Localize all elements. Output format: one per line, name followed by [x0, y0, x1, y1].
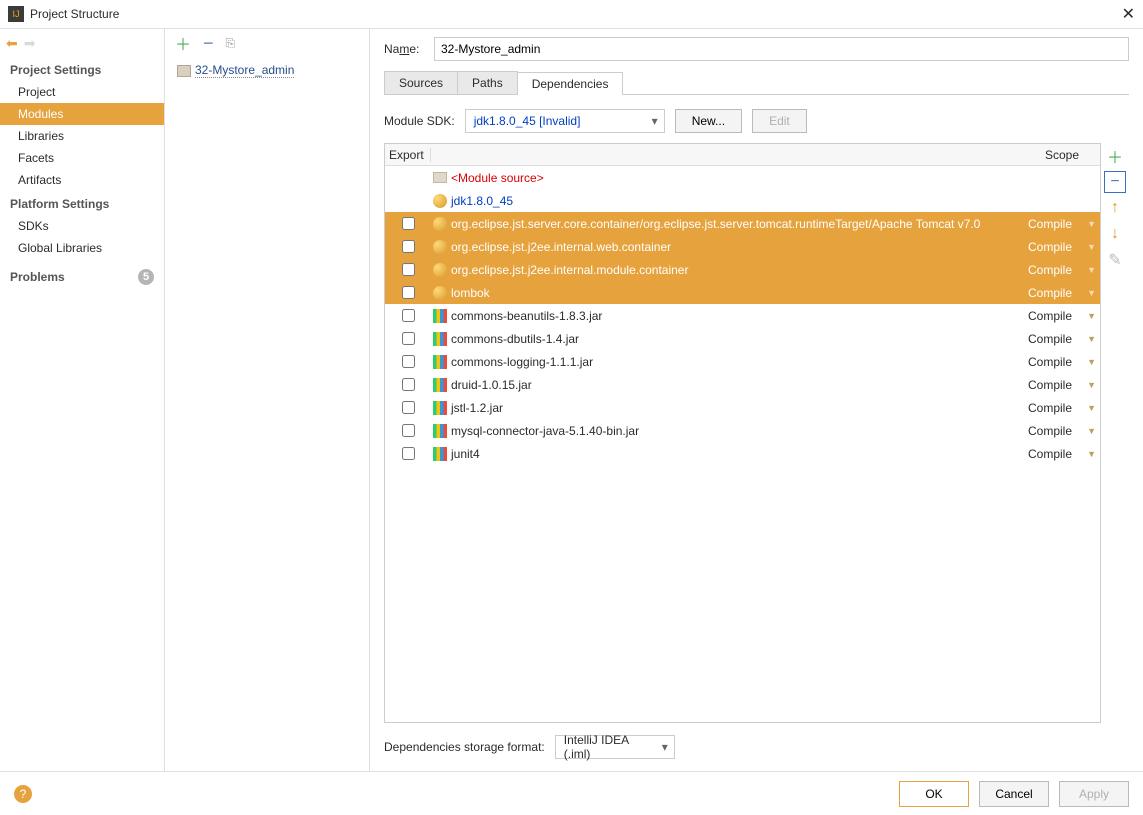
- dependency-row[interactable]: org.eclipse.jst.j2ee.internal.module.con…: [385, 258, 1100, 281]
- lib-icon: [433, 217, 447, 231]
- export-checkbox[interactable]: [402, 217, 415, 230]
- dependency-row[interactable]: lombokCompile▼: [385, 281, 1100, 304]
- dep-add-icon[interactable]: ＋: [1104, 145, 1126, 167]
- sidebar-item-artifacts[interactable]: Artifacts: [0, 169, 164, 191]
- scope-cell[interactable]: Compile▼: [1024, 378, 1100, 392]
- intellij-icon: IJ: [8, 6, 24, 22]
- export-checkbox[interactable]: [402, 424, 415, 437]
- dependency-row[interactable]: <Module source>: [385, 166, 1100, 189]
- dependency-row[interactable]: commons-logging-1.1.1.jarCompile▼: [385, 350, 1100, 373]
- dependency-row[interactable]: jdk1.8.0_45: [385, 189, 1100, 212]
- module-sdk-label: Module SDK:: [384, 114, 455, 128]
- dependency-row[interactable]: commons-dbutils-1.4.jarCompile▼: [385, 327, 1100, 350]
- name-label: Name:: [384, 42, 424, 56]
- scope-header: Scope: [1024, 148, 1100, 162]
- scope-cell[interactable]: Compile▼: [1024, 263, 1100, 277]
- jar-icon: [433, 378, 447, 392]
- titlebar: IJ Project Structure ✕: [0, 0, 1143, 28]
- forward-icon[interactable]: ➡: [24, 35, 36, 52]
- dep-move-up-icon[interactable]: ↑: [1104, 197, 1126, 219]
- export-checkbox[interactable]: [402, 240, 415, 253]
- help-icon[interactable]: ?: [14, 785, 32, 803]
- module-tree-item[interactable]: 32-Mystore_admin: [165, 61, 369, 80]
- dependency-row[interactable]: jstl-1.2.jarCompile▼: [385, 396, 1100, 419]
- lib-icon: [433, 240, 447, 254]
- ok-button[interactable]: OK: [899, 781, 969, 807]
- dep-remove-icon[interactable]: −: [1104, 171, 1126, 193]
- details-panel: Name: SourcesPathsDependencies Module SD…: [370, 29, 1143, 771]
- dependency-row[interactable]: druid-1.0.15.jarCompile▼: [385, 373, 1100, 396]
- export-checkbox[interactable]: [402, 355, 415, 368]
- export-checkbox[interactable]: [402, 263, 415, 276]
- dependencies-table: Export Scope <Module source>jdk1.8.0_45o…: [384, 143, 1101, 723]
- scope-cell[interactable]: Compile▼: [1024, 424, 1100, 438]
- back-icon[interactable]: ⬅: [6, 35, 18, 52]
- export-header: Export: [385, 148, 431, 162]
- sidebar: ⬅ ➡ Project Settings ProjectModulesLibra…: [0, 29, 165, 771]
- add-icon[interactable]: ＋: [175, 31, 191, 55]
- export-checkbox[interactable]: [402, 332, 415, 345]
- footer: ? OK Cancel Apply: [0, 771, 1143, 815]
- scope-cell[interactable]: Compile▼: [1024, 355, 1100, 369]
- dep-edit-icon[interactable]: ✎: [1104, 249, 1126, 271]
- module-folder-icon: [177, 65, 191, 77]
- scope-cell[interactable]: Compile▼: [1024, 401, 1100, 415]
- sidebar-problems[interactable]: Problems 5: [0, 259, 164, 295]
- sidebar-item-sdks[interactable]: SDKs: [0, 215, 164, 237]
- new-sdk-button[interactable]: New...: [675, 109, 742, 133]
- scope-cell[interactable]: Compile▼: [1024, 447, 1100, 461]
- storage-label: Dependencies storage format:: [384, 740, 545, 754]
- dependency-row[interactable]: org.eclipse.jst.server.core.container/or…: [385, 212, 1100, 235]
- scope-cell[interactable]: Compile▼: [1024, 286, 1100, 300]
- sidebar-item-libraries[interactable]: Libraries: [0, 125, 164, 147]
- export-checkbox[interactable]: [402, 309, 415, 322]
- project-settings-header: Project Settings: [0, 57, 164, 81]
- export-checkbox[interactable]: [402, 401, 415, 414]
- remove-icon[interactable]: −: [203, 33, 214, 54]
- jar-icon: [433, 332, 447, 346]
- jar-icon: [433, 401, 447, 415]
- sidebar-item-facets[interactable]: Facets: [0, 147, 164, 169]
- close-icon[interactable]: ✕: [1122, 4, 1135, 24]
- dependency-row[interactable]: mysql-connector-java-5.1.40-bin.jarCompi…: [385, 419, 1100, 442]
- storage-format-select[interactable]: IntelliJ IDEA (.iml): [555, 735, 675, 759]
- jar-icon: [433, 424, 447, 438]
- apply-button: Apply: [1059, 781, 1129, 807]
- sidebar-item-modules[interactable]: Modules: [0, 103, 164, 125]
- module-sdk-select[interactable]: jdk1.8.0_45 [Invalid]: [465, 109, 665, 133]
- copy-icon[interactable]: ⎘: [226, 36, 236, 51]
- modsrc-icon: [433, 172, 447, 183]
- dependency-row[interactable]: junit4Compile▼: [385, 442, 1100, 465]
- tab-sources[interactable]: Sources: [384, 71, 458, 94]
- cancel-button[interactable]: Cancel: [979, 781, 1049, 807]
- window-title: Project Structure: [30, 7, 119, 21]
- jar-icon: [433, 309, 447, 323]
- scope-cell[interactable]: Compile▼: [1024, 309, 1100, 323]
- tab-paths[interactable]: Paths: [457, 71, 518, 94]
- edit-sdk-button: Edit: [752, 109, 807, 133]
- lib-icon: [433, 286, 447, 300]
- dep-move-down-icon[interactable]: ↓: [1104, 223, 1126, 245]
- jar-icon: [433, 355, 447, 369]
- sidebar-item-project[interactable]: Project: [0, 81, 164, 103]
- export-checkbox[interactable]: [402, 286, 415, 299]
- export-checkbox[interactable]: [402, 447, 415, 460]
- module-name-input[interactable]: [434, 37, 1129, 61]
- tab-dependencies[interactable]: Dependencies: [517, 72, 624, 95]
- lib-icon: [433, 263, 447, 277]
- scope-cell[interactable]: Compile▼: [1024, 332, 1100, 346]
- sidebar-item-global-libraries[interactable]: Global Libraries: [0, 237, 164, 259]
- scope-cell[interactable]: Compile▼: [1024, 217, 1100, 231]
- dependency-row[interactable]: commons-beanutils-1.8.3.jarCompile▼: [385, 304, 1100, 327]
- scope-cell[interactable]: Compile▼: [1024, 240, 1100, 254]
- problems-count-badge: 5: [138, 269, 154, 285]
- export-checkbox[interactable]: [402, 378, 415, 391]
- sdk-icon: [433, 194, 447, 208]
- platform-settings-header: Platform Settings: [0, 191, 164, 215]
- jar-icon: [433, 447, 447, 461]
- dependency-row[interactable]: org.eclipse.jst.j2ee.internal.web.contai…: [385, 235, 1100, 258]
- module-list-panel: ＋ − ⎘ 32-Mystore_admin: [165, 29, 370, 771]
